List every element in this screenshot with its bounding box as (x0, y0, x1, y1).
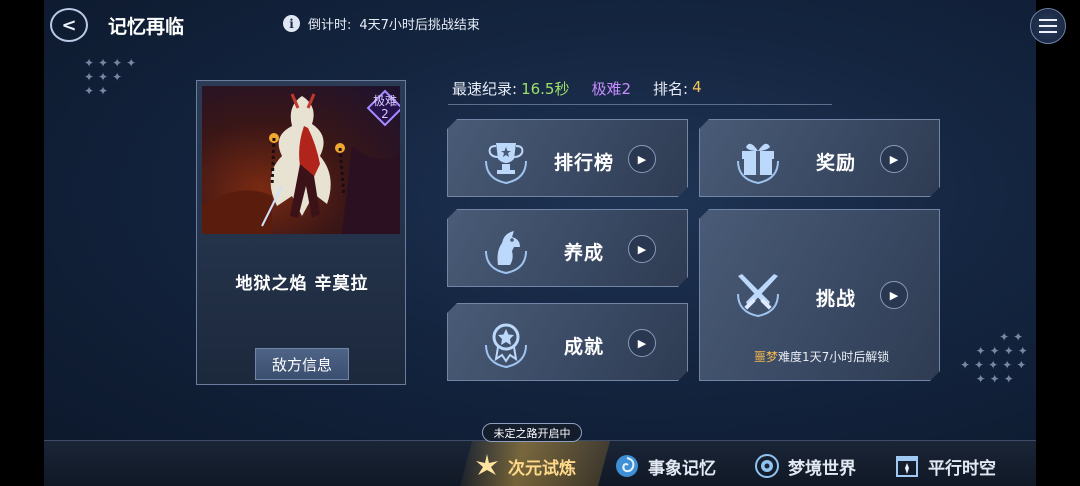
menu-icon-line (1039, 19, 1057, 21)
gift-box-icon (730, 131, 786, 187)
nightmare-difficulty-highlight: 噩梦 (754, 350, 779, 364)
cultivate-label: 养成 (564, 242, 605, 264)
tab-label: 梦境世界 (788, 458, 856, 479)
difficulty-badge-level: 2 (381, 107, 389, 121)
game-screen: ✦✦✦✦ ✦✦✦ ✦✦ ✦✦ ✦✦✦✦ ✦✦✦✦✦ ✦✦✦ < 记忆再临 i 倒计时:… (0, 0, 1080, 486)
dream-orb-icon (754, 453, 780, 479)
page-title: 记忆再临 (108, 16, 185, 38)
play-arrow-icon[interactable]: ▶ (880, 145, 908, 173)
countdown-label: 倒计时: (308, 18, 352, 33)
star-medal-icon (478, 315, 534, 371)
best-record-difficulty: 极难2 (591, 80, 632, 98)
enemy-info-button[interactable]: 敌方信息 (255, 348, 349, 380)
event-tag: 未定之路开启中 (482, 423, 582, 442)
play-arrow-icon[interactable]: ▶ (628, 329, 656, 357)
back-button[interactable]: < (50, 8, 88, 42)
crossed-swords-icon (730, 264, 786, 320)
cultivate-panel[interactable]: 养成 ▶ (447, 209, 688, 287)
play-arrow-icon[interactable]: ▶ (880, 281, 908, 309)
tab-parallel-spacetime[interactable]: 平行时空 (894, 450, 996, 482)
tab-label: 平行时空 (928, 458, 996, 479)
back-arrow-icon: < (61, 14, 77, 36)
tab-label: 事象记忆 (648, 458, 716, 479)
menu-button[interactable] (1030, 8, 1066, 44)
menu-icon-line (1039, 25, 1057, 27)
difficulty-badge: 极难 2 (366, 89, 400, 127)
play-arrow-icon[interactable]: ▶ (628, 235, 656, 263)
countdown: i 倒计时: 4天7小时后挑战结束 (283, 14, 480, 33)
challenge-unlock-note: 噩梦难度1天7小时后解锁 (754, 348, 889, 365)
horse-head-icon (478, 221, 534, 277)
best-record-row: 最速纪录: 16.5秒 极难2 排名: 4 (452, 78, 706, 99)
record-divider (448, 104, 832, 105)
tab-label: 次元试炼 (508, 458, 576, 479)
rewards-label: 奖励 (816, 152, 857, 174)
countdown-text: 4天7小时后挑战结束 (359, 18, 480, 33)
achievements-panel[interactable]: 成就 ▶ (447, 303, 688, 381)
left-letterbox (0, 0, 44, 486)
spiral-icon (614, 453, 640, 479)
challenge-panel[interactable]: 挑战 ▶ 噩梦难度1天7小时后解锁 (699, 209, 940, 381)
sparkle-decoration-left: ✦✦✦✦ ✦✦✦ ✦✦ (84, 56, 141, 98)
star-burst-icon (474, 453, 500, 479)
rank-value: 4 (692, 78, 702, 96)
menu-icon-line (1039, 31, 1057, 33)
info-icon[interactable]: i (283, 15, 300, 32)
tab-dream-world[interactable]: 梦境世界 (754, 450, 856, 482)
tab-phenomenon-memory[interactable]: 事象记忆 (614, 450, 716, 482)
rewards-panel[interactable]: 奖励 ▶ (699, 119, 940, 197)
boss-portrait[interactable]: 极难 2 (202, 86, 400, 234)
leaderboard-panel[interactable]: 排行榜 ▶ (447, 119, 688, 197)
best-record-label: 最速纪录: (452, 80, 518, 98)
play-arrow-icon[interactable]: ▶ (628, 145, 656, 173)
challenge-label: 挑战 (816, 288, 857, 310)
leaderboard-label: 排行榜 (554, 152, 615, 174)
boss-name: 地狱之焰 辛莫拉 (235, 274, 369, 294)
sparkle-decoration-right: ✦✦ ✦✦✦✦ ✦✦✦✦✦ ✦✦✦ (960, 330, 1032, 386)
boss-card: 极难 2 地狱之焰 辛莫拉 敌方信息 (196, 80, 406, 385)
challenge-unlock-text: 难度1天7小时后解锁 (778, 350, 890, 364)
tab-dimension-trial[interactable]: 次元试炼 (474, 450, 576, 482)
achievements-label: 成就 (564, 336, 605, 358)
best-record-time: 16.5秒 (521, 80, 570, 98)
right-letterbox (1036, 0, 1080, 486)
parallel-gate-icon (894, 453, 920, 479)
rank-label: 排名: (653, 80, 689, 98)
trophy-icon (478, 131, 534, 187)
